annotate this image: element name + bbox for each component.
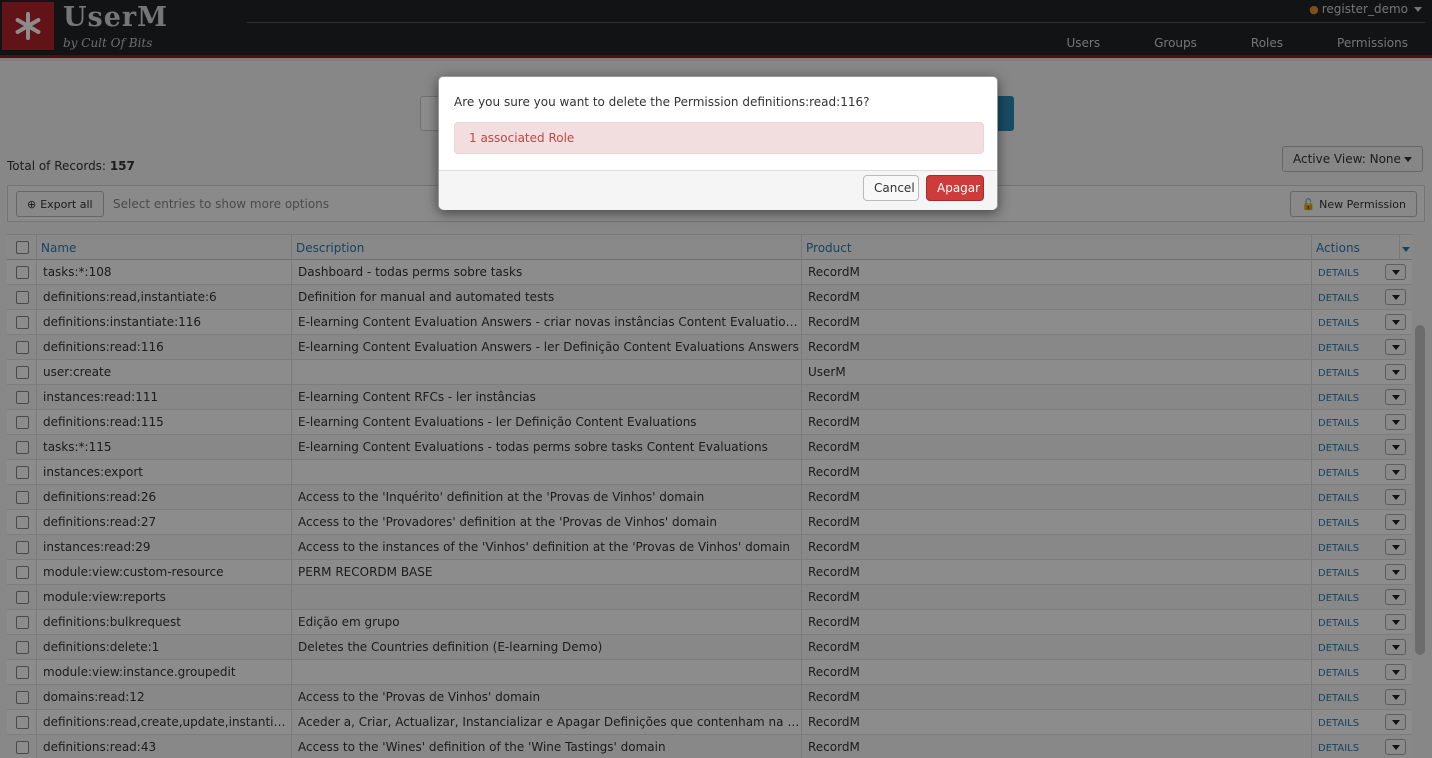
cancel-button[interactable]: Cancel — [863, 175, 919, 201]
dialog-question: Are you sure you want to delete the Perm… — [454, 95, 870, 109]
delete-confirm-dialog: Are you sure you want to delete the Perm… — [438, 76, 998, 210]
delete-button[interactable]: Apagar — [926, 175, 984, 201]
associated-roles-alert: 1 associated Role — [454, 122, 984, 154]
